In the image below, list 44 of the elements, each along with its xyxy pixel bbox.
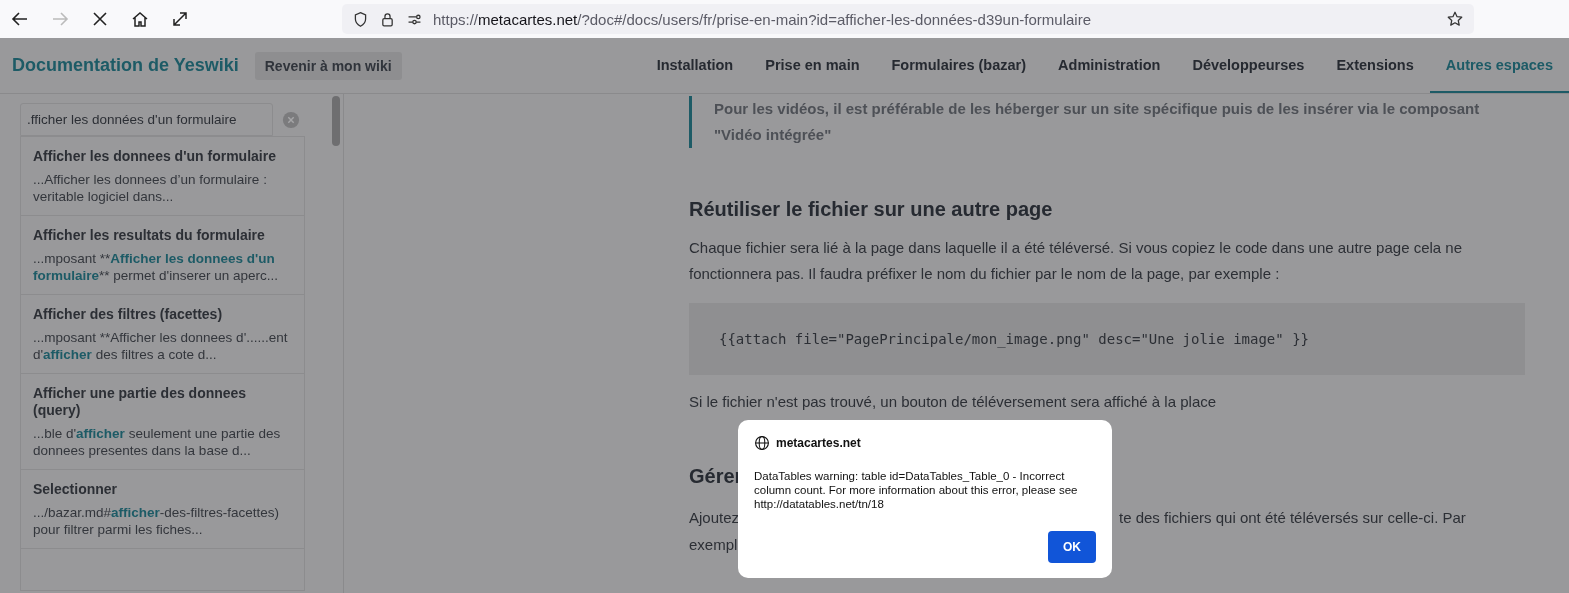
nav-tab[interactable]: Autres espaces bbox=[1429, 38, 1569, 93]
site-title[interactable]: Documentation de Yeswiki bbox=[12, 55, 239, 76]
result-title: Selectionner bbox=[33, 481, 119, 498]
nav-tab[interactable]: Installation bbox=[640, 38, 750, 93]
paragraph: Chaque fichier sera lié à la page dans laquelle il a été téléversé. Si vous copiez le code dans une autre page cela ne fonctionnera pas. Il faudra préfixer le nom du fichier par le nom de la page, par exemple : bbox=[689, 238, 1463, 284]
section-heading: Réutiliser le fichier sur une autre page bbox=[689, 198, 1053, 221]
paragraph: Si le fichier n'est pas trouvé, un bouton de téléversement sera affiché à la place bbox=[689, 392, 1218, 412]
search-result[interactable]: Selectionner .../bazar.md#afficher-des-filtres-facettes) pour filtrer parmi les fiches... bbox=[20, 470, 305, 549]
search-field[interactable]: .fficher les données d'un formulaire bbox=[20, 103, 273, 136]
result-snippet: .../bazar.md#afficher-des-filtres-facettes) pour filtrer parmi les fiches... bbox=[33, 504, 281, 538]
search-result[interactable]: Afficher les resultats du formulaire ...mposant **Afficher les donnees d'un formulaire** permet d'inserer un aperc... bbox=[20, 216, 305, 295]
result-title: Afficher une partie des donnees (query) bbox=[33, 385, 248, 419]
paragraph-fragment: exempl bbox=[689, 535, 738, 555]
nav-tab[interactable]: Prise en main bbox=[749, 38, 876, 93]
paragraph-fragment: te des fichiers qui ont été téléversés sur celle-ci. Par bbox=[1119, 508, 1466, 528]
nav-tab[interactable]: Extensions bbox=[1320, 38, 1430, 93]
result-snippet: ...mposant **Afficher les donnees d'un formulaire** permet d'inserer un aperc... bbox=[33, 250, 279, 284]
result-title: Afficher des filtres (facettes) bbox=[33, 306, 224, 323]
nav-tab[interactable]: Développeurses bbox=[1176, 38, 1321, 93]
search-result[interactable]: Afficher les donnees d'un formulaire ...Afficher les donnees d’un formulaire : veritable logiciel dans... bbox=[20, 136, 305, 216]
star-icon[interactable] bbox=[1446, 10, 1464, 28]
address-bar[interactable]: https://metacartes.net/?doc#/docs/users/fr/prise-en-main?id=afficher-les-données-d39un-formulaire bbox=[342, 4, 1474, 34]
result-snippet: ...ble d'afficher seulement une partie des donnees presentes dans la base d... bbox=[33, 425, 282, 459]
shield-icon[interactable] bbox=[352, 10, 369, 28]
nav-tab[interactable]: Formulaires (bazar) bbox=[875, 38, 1043, 93]
dialog-message: DataTables warning: table id=DataTables_Table_0 - Incorrect column count. For more information about this error, please see http://datatables.net/tn/18 bbox=[754, 469, 1079, 511]
lock-icon[interactable] bbox=[379, 10, 396, 28]
result-title: Afficher les resultats du formulaire bbox=[33, 227, 266, 244]
home-icon[interactable] bbox=[130, 9, 150, 29]
url-text: https://metacartes.net/?doc#/docs/users/fr/prise-en-main?id=afficher-les-données-d39un-formulaire bbox=[433, 10, 1091, 28]
globe-icon bbox=[754, 435, 770, 451]
search-result[interactable]: Afficher une partie des donnees (query) ...ble d'afficher seulement une partie des donnees presentes dans la base d... bbox=[20, 374, 305, 470]
expand-icon[interactable] bbox=[170, 9, 190, 29]
result-title: Afficher les donnees d'un formulaire bbox=[33, 148, 277, 165]
nav-tab[interactable]: Administration bbox=[1042, 38, 1177, 93]
note-quote: Pour les vidéos, il est préférable de les héberger sur un site spécifique puis de les insérer via le composant "Vidéo intégrée" bbox=[689, 96, 1525, 148]
code-block: {{attach file="PagePrincipale/mon_image.png" desc="Une jolie image" }} bbox=[689, 303, 1525, 375]
search-result[interactable]: Afficher des filtres (facettes) ...mposant **Afficher les donnees d'......ent d'afficher des filtres a cote d... bbox=[20, 295, 305, 374]
back-to-wiki-button[interactable]: Revenir à mon wiki bbox=[254, 51, 402, 80]
result-snippet: ...mposant **Afficher les donnees d'......ent d'afficher des filtres a cote d... bbox=[33, 329, 289, 363]
result-snippet: ...Afficher les donnees d’un formulaire : veritable logiciel dans... bbox=[33, 171, 268, 205]
dialog-site: metacartes.net bbox=[776, 436, 861, 450]
paragraph-fragment: Ajoutez bbox=[689, 508, 740, 528]
ok-button[interactable]: OK bbox=[1048, 531, 1096, 563]
